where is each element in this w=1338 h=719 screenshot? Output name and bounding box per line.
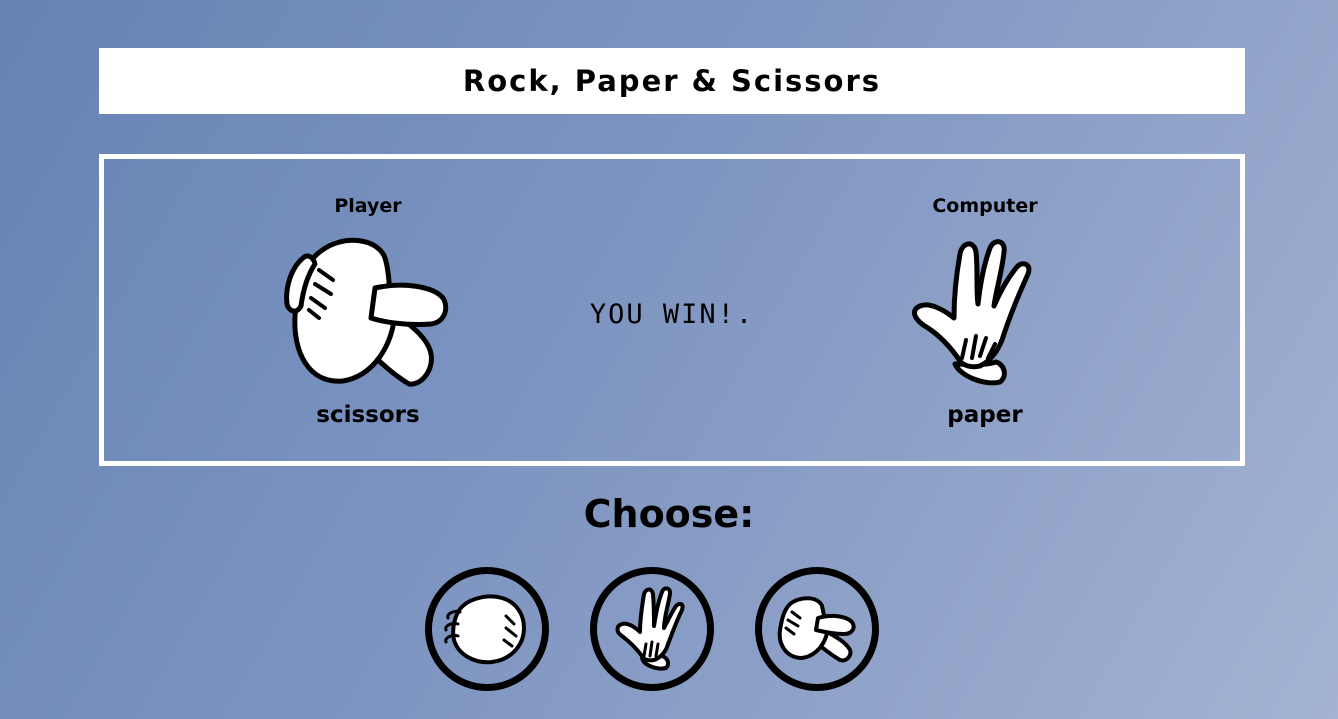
paper-button[interactable] — [590, 567, 714, 691]
rock-button[interactable] — [425, 567, 549, 691]
rock-hand-icon — [444, 592, 530, 666]
computer-choice: paper — [947, 402, 1023, 428]
game-arena: Player scissors YOU WIN!. Computer paper — [99, 154, 1245, 466]
computer-label: Computer — [932, 195, 1038, 217]
player-label: Player — [334, 195, 402, 217]
choose-heading: Choose: — [583, 492, 755, 536]
paper-hand-icon — [900, 236, 1070, 391]
paper-hand-icon — [612, 586, 692, 672]
computer-panel: Computer paper — [855, 159, 1115, 461]
player-choice: scissors — [316, 402, 420, 428]
title-bar: Rock, Paper & Scissors — [99, 48, 1245, 114]
scissors-hand-icon — [774, 594, 860, 664]
scissors-button[interactable] — [755, 567, 879, 691]
page-title: Rock, Paper & Scissors — [462, 64, 882, 98]
